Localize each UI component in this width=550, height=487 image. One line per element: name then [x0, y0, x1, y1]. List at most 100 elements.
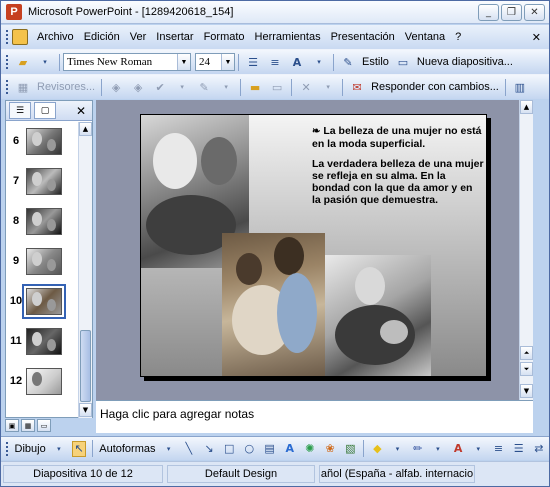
line-icon[interactable]: ╲ [182, 441, 196, 457]
draw-menu-button[interactable]: Dibujo [15, 443, 46, 455]
diagram-icon[interactable]: ✺ [303, 441, 317, 457]
rectangle-icon[interactable]: □ [222, 441, 236, 457]
toolbar-grip[interactable] [5, 440, 9, 457]
dropdown-arrow-icon[interactable]: ▾ [52, 441, 66, 457]
close-button[interactable]: ✕ [524, 4, 545, 21]
scrollbar-thumb[interactable] [80, 330, 91, 402]
chevron-down-icon[interactable]: ▼ [221, 54, 234, 70]
reply-with-changes-icon[interactable]: ✉ [349, 79, 365, 95]
open-folder-icon[interactable]: ▰ [15, 54, 31, 70]
reviewers-button[interactable]: Revisores... [37, 81, 95, 93]
font-name-select[interactable]: Times New Roman ▼ [63, 53, 191, 71]
slide-thumbnail[interactable] [26, 207, 62, 235]
thumbnail-row[interactable]: 6 [6, 122, 80, 160]
menu-edicion[interactable]: Edición [79, 31, 125, 43]
font-size-select[interactable]: 24 ▼ [195, 53, 235, 71]
dropdown-arrow-icon[interactable]: ▾ [174, 79, 190, 95]
menu-help[interactable]: ? [450, 31, 466, 43]
scroll-up-icon[interactable]: ▲ [79, 122, 92, 136]
dropdown-arrow-icon[interactable]: ▾ [471, 441, 485, 457]
design-button[interactable]: Estilo [362, 56, 389, 68]
slide-thumbnail[interactable] [26, 247, 62, 275]
previous-slide-icon[interactable]: ⏶ [520, 346, 533, 360]
scroll-down-icon[interactable]: ▼ [520, 384, 533, 398]
next-change-icon[interactable]: ◈ [130, 79, 146, 95]
dropdown-arrow-icon[interactable]: ▾ [161, 441, 175, 457]
slide-thumbnail-selected[interactable] [22, 283, 66, 319]
menu-herramientas[interactable]: Herramientas [250, 31, 326, 43]
normal-view-icon[interactable]: ▣ [5, 419, 19, 432]
slide-thumbnail[interactable] [26, 327, 62, 355]
slide-thumbnail[interactable] [26, 367, 62, 395]
oval-icon[interactable]: ○ [242, 441, 256, 457]
scroll-down-icon[interactable]: ▼ [79, 403, 92, 417]
previous-change-icon[interactable]: ◈ [108, 79, 124, 95]
menu-archivo[interactable]: Archivo [32, 31, 79, 43]
powerpoint-app-icon[interactable]: P [6, 4, 22, 20]
reviewing-pane-icon[interactable]: ▥ [512, 79, 528, 95]
wordart-icon[interactable]: A [283, 441, 297, 457]
design-icon[interactable]: ✎ [340, 54, 356, 70]
thumbnail-row[interactable]: 9 [6, 242, 80, 280]
clipart-icon[interactable]: ❀ [323, 441, 337, 457]
menu-insertar[interactable]: Insertar [151, 31, 198, 43]
reviewers-icon[interactable]: ▦ [15, 79, 31, 95]
autoshapes-button[interactable]: Autoformas [99, 443, 155, 455]
picture-icon[interactable]: ▧ [343, 441, 357, 457]
notes-pane[interactable]: Haga clic para agregar notas [96, 400, 533, 433]
edit-comment-icon[interactable]: ▭ [269, 79, 285, 95]
menu-ver[interactable]: Ver [125, 31, 152, 43]
menu-presentacion[interactable]: Presentación [326, 31, 400, 43]
line-style-icon[interactable]: ≡ [491, 441, 505, 457]
tab-slides[interactable]: ▢ [34, 102, 56, 119]
thumbnails-scrollbar[interactable]: ▲ ▼ [78, 122, 92, 418]
notes-placeholder[interactable]: Haga clic para agregar notas [100, 407, 254, 421]
close-icon[interactable]: ✕ [76, 104, 86, 118]
tab-outline[interactable]: ☰ [9, 102, 31, 119]
slide-sorter-icon[interactable]: ▦ [21, 419, 35, 432]
slide-text-box[interactable]: ❧ La belleza de una mujer no está en la m… [312, 125, 484, 214]
font-color-icon[interactable]: A [451, 441, 465, 457]
slideshow-icon[interactable]: ▭ [37, 419, 51, 432]
toolbar-grip[interactable] [5, 29, 9, 45]
document-close-icon[interactable]: ✕ [532, 31, 541, 44]
slide-thumbnail[interactable] [26, 167, 62, 195]
line-color-icon[interactable]: ✏ [411, 441, 425, 457]
unapply-change-icon[interactable]: ✎ [196, 79, 212, 95]
dropdown-arrow-icon[interactable]: ▾ [218, 79, 234, 95]
thumbnail-row[interactable]: 10 [6, 282, 80, 320]
photo-woman-with-child[interactable] [222, 233, 325, 376]
toolbar-grip[interactable] [5, 79, 9, 95]
document-icon[interactable] [12, 29, 28, 45]
new-slide-button[interactable]: Nueva diapositiva... [417, 56, 513, 68]
restore-button[interactable]: ❐ [501, 4, 522, 21]
increase-font-icon[interactable]: A [289, 54, 305, 70]
dropdown-arrow-icon[interactable]: ▾ [431, 441, 445, 457]
bulleted-list-icon[interactable]: ≡ [267, 54, 283, 70]
dropdown-arrow-icon[interactable]: ▾ [390, 441, 404, 457]
photo-woman-holding-baby[interactable] [325, 255, 431, 376]
dropdown-arrow-icon[interactable]: ▾ [320, 79, 336, 95]
new-slide-icon[interactable]: ▭ [395, 54, 411, 70]
slide-scrollbar[interactable]: ▲ ⏶ ⏷ ▼ [519, 100, 533, 400]
thumbnail-row[interactable]: 7 [6, 162, 80, 200]
menu-ventana[interactable]: Ventana [400, 31, 450, 43]
minimize-button[interactable]: _ [478, 4, 499, 21]
thumbnail-row[interactable]: 12 [6, 362, 80, 400]
chevron-down-icon[interactable]: ▼ [177, 54, 190, 70]
thumbnail-row[interactable]: 11 [6, 322, 80, 360]
numbered-list-icon[interactable]: ☰ [245, 54, 261, 70]
toolbar-grip[interactable] [5, 54, 9, 70]
delete-comment-icon[interactable]: ✕ [298, 79, 314, 95]
dash-style-icon[interactable]: ☰ [512, 441, 526, 457]
arrow-style-icon[interactable]: ⇄ [532, 441, 546, 457]
apply-change-icon[interactable]: ✔ [152, 79, 168, 95]
fill-color-icon[interactable]: ◆ [370, 441, 384, 457]
reply-with-changes-button[interactable]: Responder con cambios... [371, 81, 499, 93]
scroll-up-icon[interactable]: ▲ [520, 100, 533, 114]
menu-formato[interactable]: Formato [199, 31, 250, 43]
arrow-icon[interactable]: ↘ [202, 441, 216, 457]
thumbnail-row[interactable]: 8 [6, 202, 80, 240]
dropdown-arrow-icon[interactable]: ▾ [311, 54, 327, 70]
select-pointer-icon[interactable]: ↖ [71, 440, 87, 457]
